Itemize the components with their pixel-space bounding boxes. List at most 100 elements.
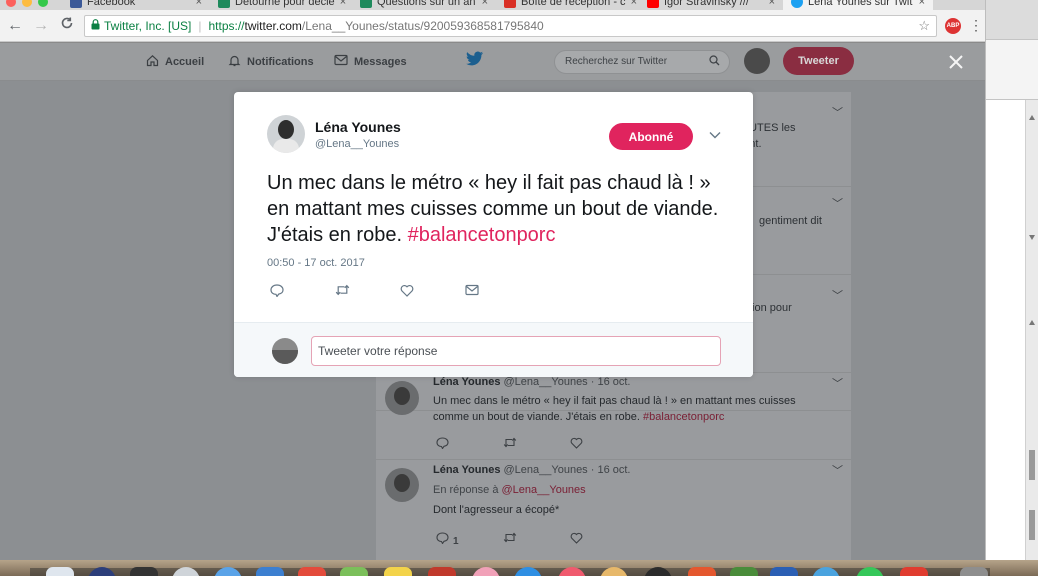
- calendar-icon[interactable]: [298, 567, 326, 576]
- retweet-icon[interactable]: [503, 437, 570, 452]
- lock-icon: [91, 18, 100, 33]
- background-app-scrollbar[interactable]: [1028, 110, 1036, 550]
- nav-messages-label: Messages: [354, 55, 407, 68]
- browser-menu-icon[interactable]: ⋮: [969, 17, 983, 34]
- timeline-tweet[interactable]: ﹀ Léna Younes @Lena__Younes · 16 oct. En…: [376, 460, 851, 560]
- mention-link[interactable]: @Lena__Younes: [502, 484, 586, 496]
- tab-youtube[interactable]: Igor Stravinsky /// ×: [639, 0, 783, 10]
- tweet-author[interactable]: Léna Younes @Lena__Younes · 16 oct.: [433, 376, 630, 388]
- twitter-search-input[interactable]: Recherchez sur Twitter: [554, 50, 730, 74]
- tab-detourne[interactable]: Détourné pour décle ×: [210, 0, 352, 10]
- reload-icon[interactable]: [58, 16, 76, 35]
- retweet-icon[interactable]: [503, 532, 570, 547]
- chevron-down-icon[interactable]: ﹀: [832, 195, 843, 211]
- youtube-favicon-icon: [647, 0, 659, 8]
- chevron-down-icon[interactable]: ﹀: [832, 375, 843, 391]
- nav-messages[interactable]: Messages: [334, 54, 407, 69]
- tab-close-icon[interactable]: ×: [769, 0, 775, 8]
- tweet-author-avatar[interactable]: [385, 381, 419, 415]
- tweet-actions: 1: [436, 532, 637, 547]
- tab-close-icon[interactable]: ×: [340, 0, 346, 8]
- chevron-down-icon[interactable]: [709, 128, 721, 142]
- chevron-down-icon[interactable]: ﹀: [832, 462, 843, 478]
- tab-close-icon[interactable]: ×: [482, 0, 488, 8]
- background-app-window: [985, 0, 1038, 560]
- background-app-titlebar: [986, 0, 1038, 40]
- hashtag-link[interactable]: #balancetonporc: [643, 411, 724, 423]
- user-avatar[interactable]: [744, 48, 770, 74]
- tweet-actions: [436, 437, 637, 452]
- current-user-avatar: [272, 338, 298, 364]
- reply-icon[interactable]: [270, 284, 335, 300]
- tweet-author-handle[interactable]: @Lena__Younes: [315, 138, 399, 150]
- compose-tweet-button[interactable]: Tweeter: [783, 47, 854, 75]
- tab-close-icon[interactable]: ×: [631, 0, 637, 8]
- chevron-down-icon[interactable]: ﹀: [832, 287, 843, 303]
- tweet-author-name[interactable]: Léna Younes: [315, 119, 401, 135]
- star-icon[interactable]: ☆: [918, 18, 930, 34]
- timeline-tweet[interactable]: ﹀ Léna Younes @Lena__Younes · 16 oct. Un…: [376, 372, 851, 460]
- search-placeholder: Recherchez sur Twitter: [565, 56, 668, 67]
- heart-icon[interactable]: [570, 437, 637, 452]
- url-text: https://twitter.com/Lena__Younes/status/…: [208, 18, 544, 33]
- tweet-author-avatar[interactable]: [267, 115, 305, 153]
- forward-arrow-icon[interactable]: →: [32, 17, 50, 35]
- close-icon[interactable]: [948, 50, 964, 76]
- hashtag-link[interactable]: #balancetonporc: [408, 224, 556, 246]
- macos-dock: [0, 560, 1038, 576]
- reply-context: En réponse à @Lena__Younes: [433, 484, 586, 496]
- excel-icon[interactable]: [730, 567, 758, 576]
- background-app-document: [986, 100, 1026, 560]
- back-arrow-icon[interactable]: ←: [6, 17, 24, 35]
- reply-icon: [436, 532, 449, 545]
- notes-icon[interactable]: [384, 567, 412, 576]
- tab-facebook[interactable]: Facebook ×: [62, 0, 210, 10]
- maps-icon[interactable]: [340, 567, 368, 576]
- tab-questions[interactable]: Questions sur un an ×: [352, 0, 496, 10]
- twitter-top-nav: Accueil Notifications Messages Recherche…: [0, 43, 985, 81]
- tab-label: Détourné pour décle: [235, 0, 335, 8]
- address-bar[interactable]: Twitter, Inc. [US] | https://twitter.com…: [84, 14, 937, 37]
- zoom-window-button[interactable]: [38, 0, 48, 7]
- ev-certificate-name[interactable]: Twitter, Inc. [US]: [104, 19, 191, 33]
- app-icon[interactable]: [900, 567, 928, 576]
- reply-input[interactable]: [311, 336, 721, 366]
- tweet-text: Dont l'agresseur a écopé*: [433, 504, 560, 516]
- nav-home[interactable]: Accueil: [146, 54, 204, 70]
- trash-icon[interactable]: [960, 567, 988, 576]
- tab-label: Igor Stravinsky ///: [664, 0, 749, 8]
- reply-icon[interactable]: [436, 437, 503, 452]
- tab-close-icon[interactable]: ×: [919, 0, 925, 8]
- tab-label: Questions sur un an: [377, 0, 476, 8]
- heart-icon[interactable]: [400, 284, 465, 300]
- word-icon[interactable]: [770, 567, 798, 576]
- tweet-author-avatar[interactable]: [385, 468, 419, 502]
- direct-message-icon[interactable]: [465, 284, 530, 300]
- site-favicon-icon: [218, 0, 230, 8]
- tab-close-icon[interactable]: ×: [196, 0, 202, 8]
- reply-composer: [234, 322, 753, 377]
- nav-notifications[interactable]: Notifications: [228, 54, 314, 70]
- tweet-author[interactable]: Léna Younes @Lena__Younes · 16 oct.: [433, 464, 630, 476]
- close-window-button[interactable]: [6, 0, 16, 7]
- photo-booth-icon[interactable]: [428, 567, 456, 576]
- facebook-favicon-icon: [70, 0, 82, 8]
- tab-twitter-active[interactable]: Léna Younes sur Twit ×: [783, 0, 933, 10]
- twitter-favicon-icon: [791, 0, 803, 8]
- tab-gmail[interactable]: Boîte de réception - c ×: [496, 0, 639, 10]
- app-store-icon[interactable]: [256, 567, 284, 576]
- tweet-timestamp[interactable]: 00:50 - 17 oct. 2017: [267, 257, 365, 269]
- reply-action[interactable]: 1: [436, 532, 503, 547]
- heart-icon[interactable]: [570, 532, 637, 547]
- twitter-bird-logo-icon[interactable]: [466, 51, 484, 71]
- retweet-icon[interactable]: [335, 284, 400, 300]
- minimize-window-button[interactable]: [22, 0, 32, 7]
- search-icon[interactable]: [709, 55, 720, 69]
- chevron-down-icon[interactable]: ﹀: [832, 104, 843, 120]
- app-icon[interactable]: [688, 567, 716, 576]
- adblock-extension-icon[interactable]: ABP: [945, 17, 961, 34]
- terminal-icon[interactable]: [130, 567, 158, 576]
- home-icon: [146, 54, 159, 70]
- following-button[interactable]: Abonné: [609, 123, 693, 150]
- finder-icon[interactable]: [46, 567, 74, 576]
